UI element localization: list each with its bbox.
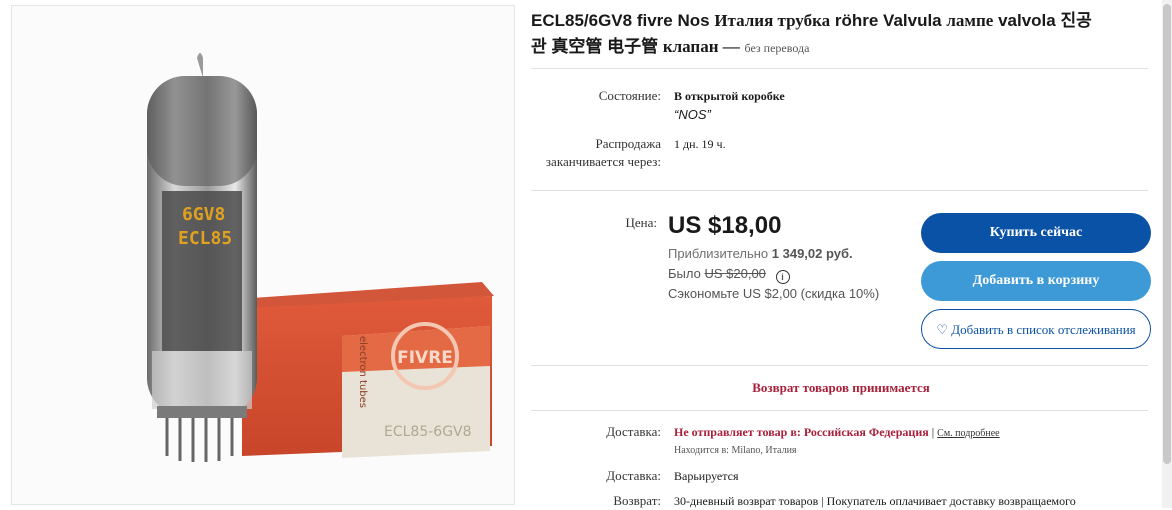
savings-text: Сэкономьте US $2,00 (скидка 10%) — [668, 286, 880, 301]
delivery-value: Варьируется — [674, 469, 739, 483]
returns-accepted-banner: Возврат товаров принимается — [752, 380, 930, 395]
sale-end-label-line2: заканчивается через: — [545, 154, 661, 169]
tube-print-2: ECL85 — [178, 228, 232, 249]
tube-print-1: 6GV8 — [182, 204, 225, 225]
no-translation-note: без перевода — [744, 41, 810, 55]
was-value: US $20,00 — [704, 266, 766, 281]
divider — [531, 190, 1148, 191]
item-location: Находится в: Milano, Италия — [674, 445, 797, 456]
shipping-label: Доставка: — [606, 424, 661, 439]
condition-label: Состояние: — [598, 88, 661, 103]
sale-end-label-line1: Распродажа — [595, 136, 662, 151]
sale-end-value: 1 дн. 19 ч. — [674, 137, 726, 151]
sale-end-label: Распродажа заканчивается через: — [531, 135, 661, 171]
title-main: ECL85/6GV8 fivre Nos — [531, 11, 710, 30]
box-side-text: electron tubes — [357, 336, 368, 408]
add-to-watchlist-button[interactable]: ♡ Добавить в список отслеживания — [921, 309, 1151, 349]
box-logo: FIVRE — [397, 348, 453, 368]
product-image[interactable]: FIVRE ECL85-6GV8 electron tubes 6GV8 ECL… — [11, 5, 515, 505]
price-label: Цена: — [625, 215, 658, 230]
title-rohre: röhre Valvula — [834, 11, 942, 30]
info-icon[interactable]: i — [775, 270, 790, 284]
was-price: Было US $20,00 i — [668, 266, 790, 284]
returns-value: 30-дневный возврат товаров | Покупатель … — [674, 494, 1076, 508]
condition-note: “NOS” — [674, 107, 711, 122]
buy-now-button[interactable]: Купить сейчас — [921, 213, 1151, 253]
price-value: US $18,00 — [668, 212, 782, 239]
title-italia: Италия трубка — [714, 11, 831, 30]
shipping-restriction: Не отправляет товар в: Российская Федера… — [674, 425, 929, 439]
approx-price: Приблизительно 1 349,02 руб. — [668, 246, 853, 261]
heart-icon: ♡ — [936, 322, 948, 337]
add-to-cart-button[interactable]: Добавить в корзину — [921, 261, 1151, 301]
watchlist-label: Добавить в список отслеживания — [951, 322, 1136, 337]
was-prefix: Было — [668, 266, 701, 281]
condition-value: В открытой коробке — [674, 89, 785, 103]
box-code: ECL85-6GV8 — [384, 424, 472, 440]
delivery-label: Доставка: — [606, 468, 661, 483]
vacuum-tube-photo: FIVRE ECL85-6GV8 electron tubes 6GV8 ECL… — [12, 6, 514, 504]
title-valvola: valvola 진공 — [998, 11, 1092, 30]
shipping-value: Не отправляет товар в: Российская Федера… — [674, 423, 1000, 443]
approx-prefix: Приблизительно — [668, 246, 769, 261]
title-line2: 관 真空管 电子管 — [531, 37, 659, 56]
approx-value: 1 349,02 руб. — [771, 246, 853, 261]
listing-title: ECL85/6GV8 fivre Nos Италия трубка röhre… — [531, 8, 1131, 61]
divider — [531, 410, 1148, 411]
shipping-separator: | — [931, 425, 935, 439]
scrollbar-thumb[interactable] — [1163, 4, 1171, 464]
shipping-details-link[interactable]: См. подробнее — [937, 428, 999, 439]
divider — [531, 365, 1148, 366]
title-lampe: лампе — [946, 11, 994, 30]
title-klapan: клапан — — [662, 37, 740, 56]
returns-label: Возврат: — [613, 493, 661, 508]
divider — [531, 68, 1148, 69]
